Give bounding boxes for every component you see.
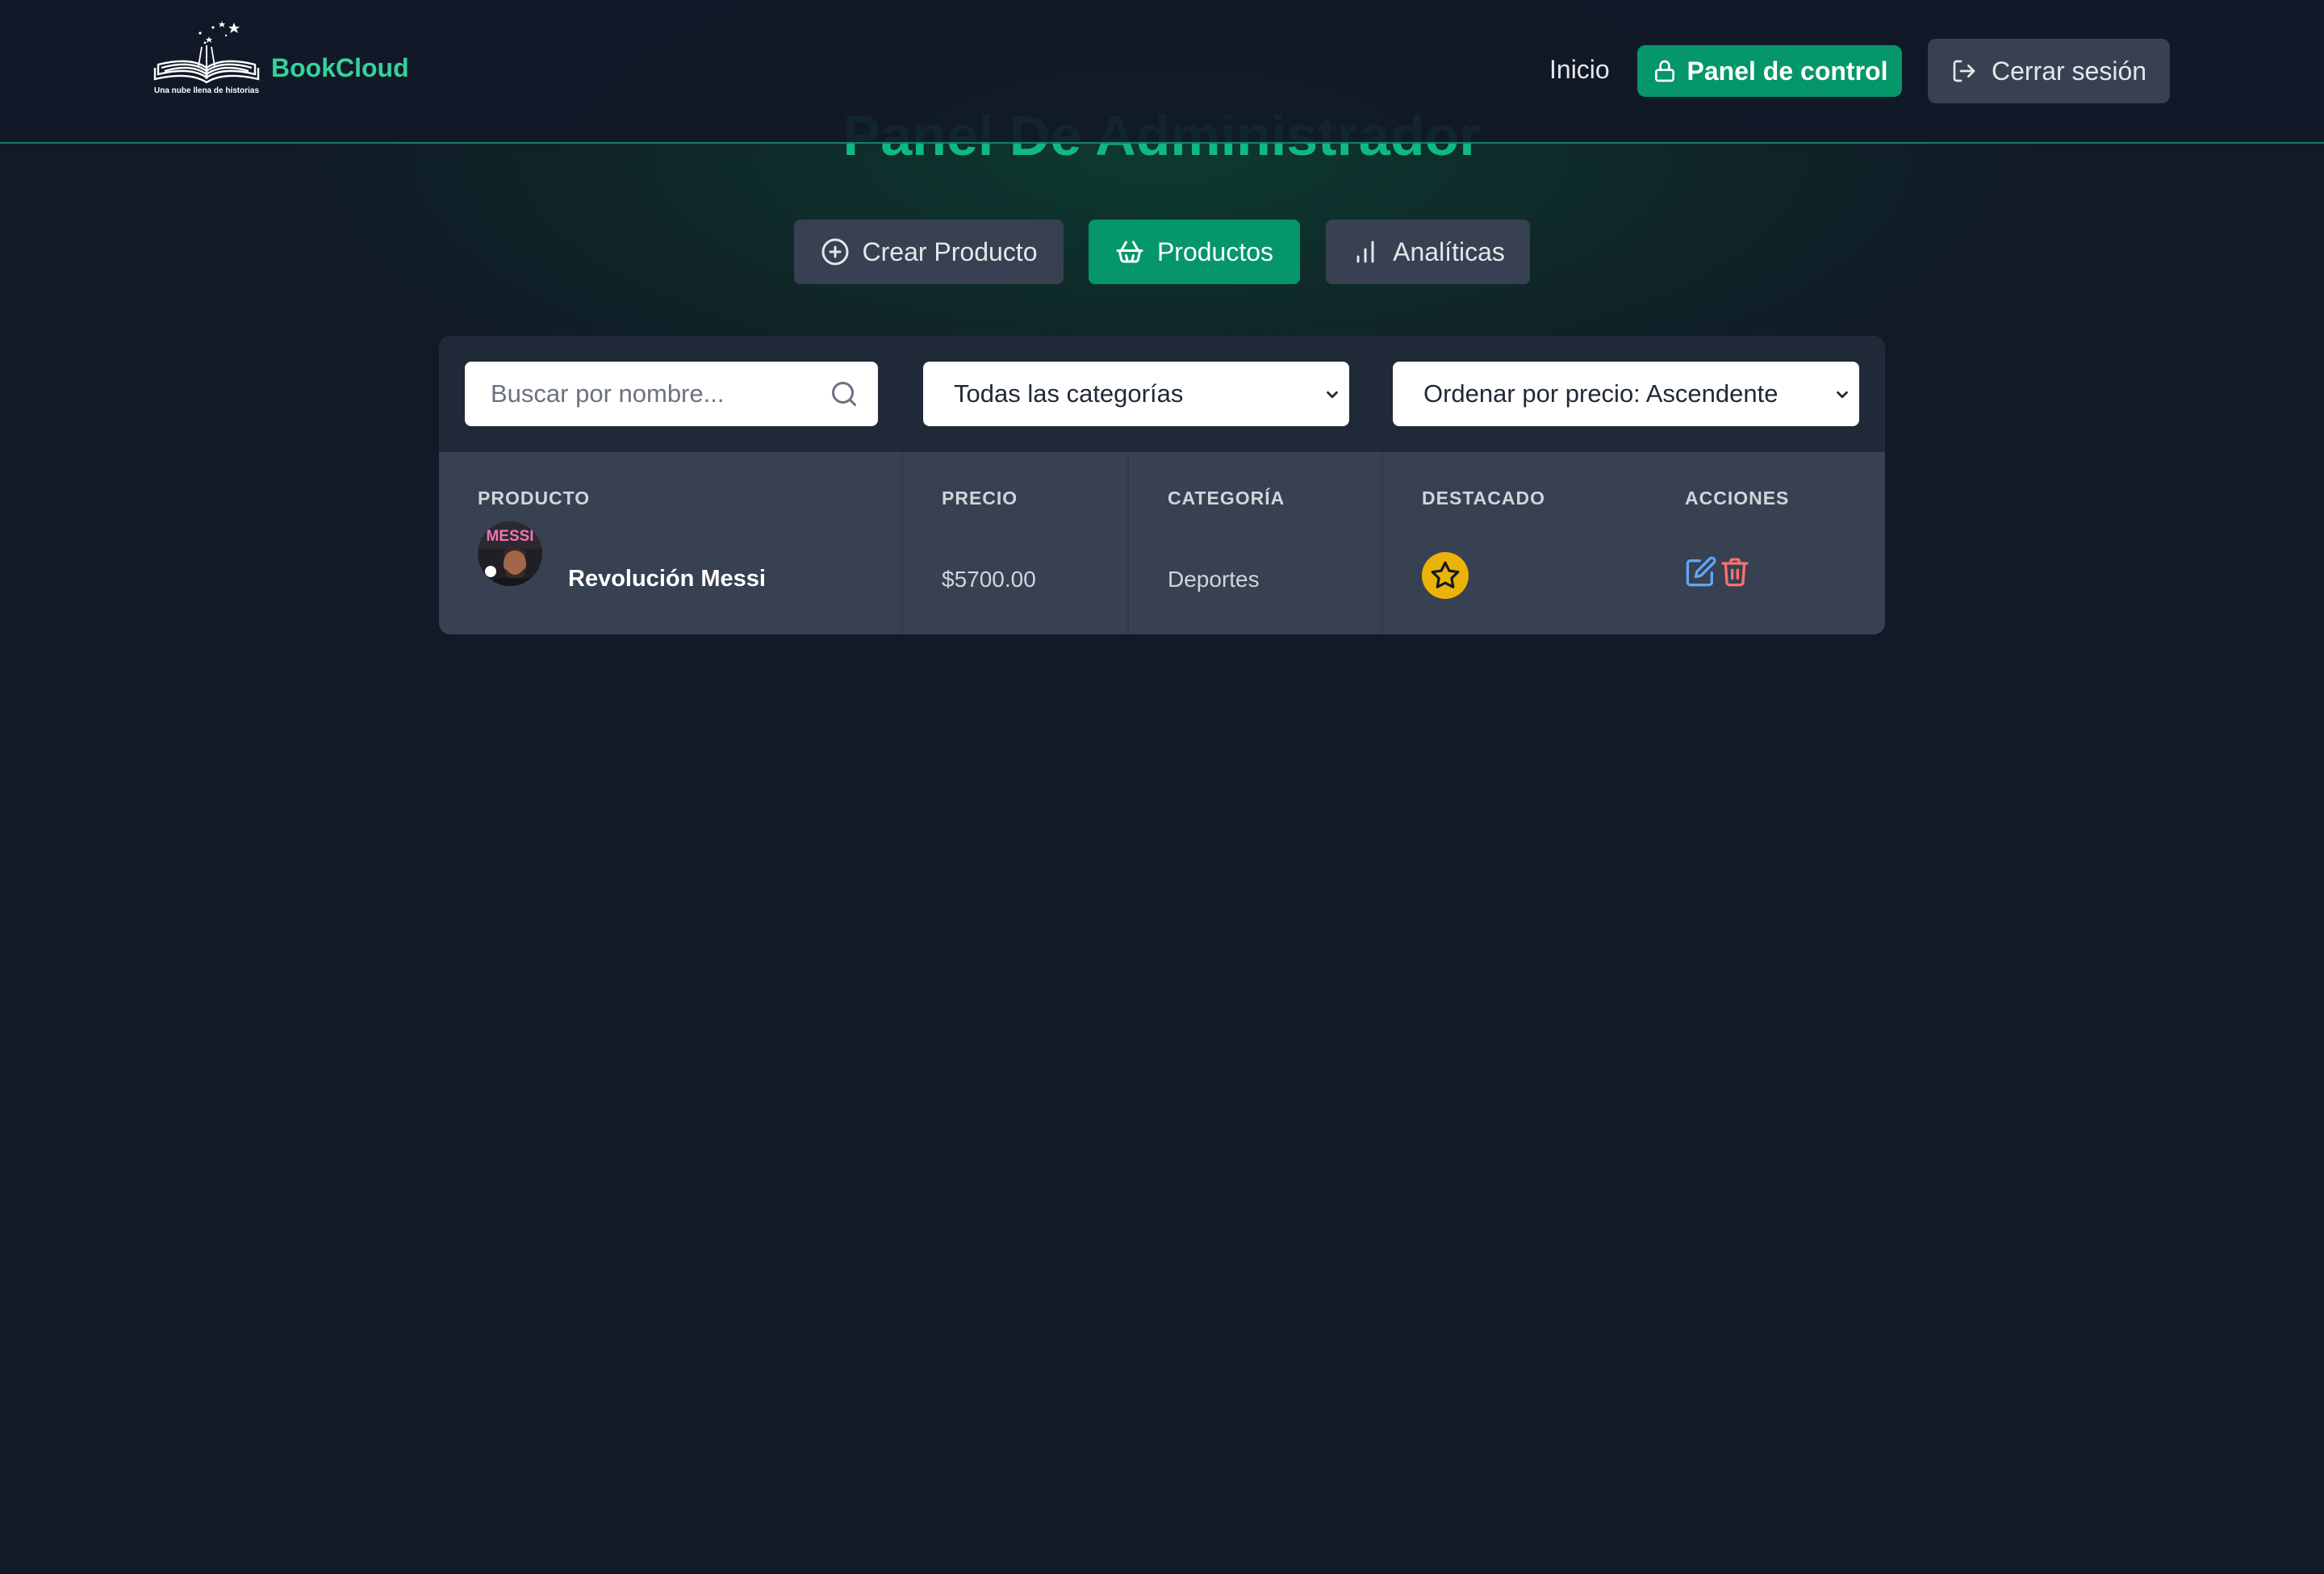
search-input[interactable] — [465, 362, 878, 426]
tab-products[interactable]: Productos — [1089, 220, 1300, 284]
tab-create-product[interactable]: Crear Producto — [794, 220, 1064, 284]
category-select[interactable]: Todas las categorías — [923, 362, 1349, 426]
search-icon[interactable] — [830, 379, 859, 408]
product-image: MESSI — [478, 521, 542, 586]
tab-create-product-label: Crear Producto — [862, 237, 1038, 266]
product-category: Deportes — [1168, 567, 1260, 592]
shopping-basket-icon — [1116, 241, 1143, 263]
products-table — [439, 452, 1885, 634]
sort-select[interactable]: Ordenar por precio: Ascendente — [1393, 362, 1859, 426]
control-panel-label: Panel de control — [1687, 56, 1888, 86]
chevron-down-icon — [1327, 391, 1338, 399]
column-divider — [1127, 452, 1129, 634]
search-box — [465, 362, 878, 426]
column-divider — [901, 452, 903, 634]
tab-analytics-label: Analíticas — [1393, 237, 1505, 266]
header-category: CATEGORÍA — [1168, 488, 1285, 509]
lock-icon — [1654, 60, 1674, 82]
chevron-down-icon — [1837, 391, 1848, 399]
column-divider — [1381, 452, 1383, 634]
edit-icon[interactable] — [1685, 555, 1717, 588]
product-name: Revolución Messi — [568, 566, 766, 592]
logo-tagline: Una nube llena de historias — [153, 86, 260, 95]
header-actions: ACCIONES — [1685, 488, 1790, 509]
logout-label: Cerrar sesión — [1991, 56, 2147, 86]
nav-home-link[interactable]: Inicio — [1549, 55, 1610, 85]
featured-toggle[interactable] — [1422, 552, 1469, 599]
tab-analytics[interactable]: Analíticas — [1326, 220, 1530, 284]
category-select-value: Todas las categorías — [954, 379, 1184, 408]
header-price: PRECIO — [942, 488, 1018, 509]
header-featured: DESTACADO — [1422, 488, 1545, 509]
header-product: PRODUCTO — [478, 488, 591, 509]
tab-products-label: Productos — [1156, 237, 1274, 266]
logout-button[interactable]: Cerrar sesión — [1928, 39, 2170, 103]
control-panel-button[interactable]: Panel de control — [1637, 45, 1902, 97]
brand-name[interactable]: BookCloud — [271, 53, 409, 83]
product-price: $5700.00 — [942, 567, 1036, 592]
logout-icon — [1953, 60, 1975, 82]
svg-text:MESSI: MESSI — [486, 528, 533, 545]
plus-circle-icon — [821, 238, 848, 266]
products-panel: Todas las categorías Ordenar por precio:… — [439, 336, 1885, 634]
bar-chart-icon — [1356, 241, 1374, 263]
trash-icon[interactable] — [1719, 555, 1751, 588]
star-icon — [1431, 561, 1460, 588]
top-navbar: Una nube llena de historias BookCloud In… — [0, 0, 2324, 144]
sort-select-value: Ordenar por precio: Ascendente — [1423, 379, 1779, 408]
